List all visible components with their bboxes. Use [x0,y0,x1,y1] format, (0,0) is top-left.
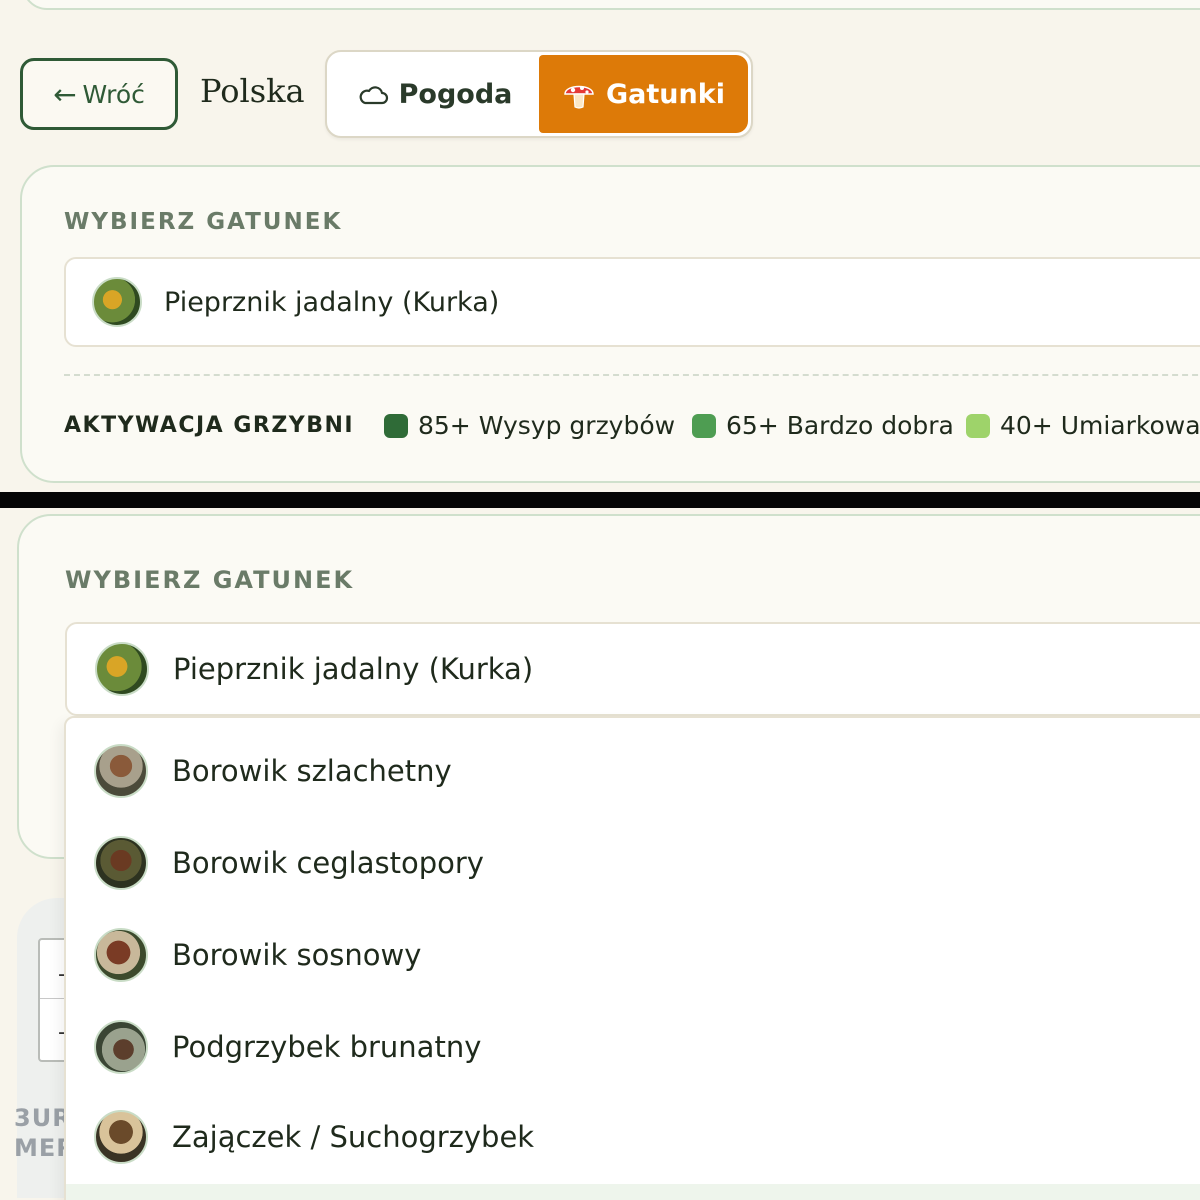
screenshot-divider [0,492,1200,508]
species-select[interactable]: Pieprznik jadalny (Kurka) [64,257,1200,347]
legend-swatch [384,413,408,438]
legend-item: 40+ Umiarkowan [966,411,1200,440]
mushroom-avatar-icon [94,1110,148,1164]
view-toggle: Pogoda Gatunki [325,50,753,138]
top-screenshot: ← Wróć Polska Pogoda Gatunki WYBIERZ GAT… [0,0,1200,492]
species-option-label: Zajączek / Suchogrzybek [172,1120,535,1154]
species-option[interactable]: Borowik szlachetny [66,726,1200,816]
legend-swatch [692,413,716,438]
species-option-label: Borowik szlachetny [172,754,452,788]
legend-label: 40+ Umiarkowan [1000,411,1200,440]
tab-weather[interactable]: Pogoda [330,55,539,133]
legend-title: AKTYWACJA GRZYBNI [64,413,355,438]
legend-item: 85+ Wysyp grzybów [384,411,675,440]
mushroom-avatar-icon [94,928,148,982]
mushroom-icon [564,85,594,109]
mushroom-avatar-icon [94,744,148,798]
tab-species-label: Gatunki [606,78,725,110]
chanterelle-avatar-icon [95,642,149,696]
legend-swatch [966,413,990,438]
selected-species: Pieprznik jadalny (Kurka) [164,286,500,318]
species-option-label: Borowik sosnowy [172,938,422,972]
legend-label: 65+ Bardzo dobra [726,411,954,440]
species-option-label: Borowik ceglastopory [172,846,484,880]
tab-species[interactable]: Gatunki [539,55,748,133]
chanterelle-avatar-icon [92,277,142,327]
section-label: WYBIERZ GATUNEK [64,209,343,235]
legend-item: 65+ Bardzo dobra [692,411,954,440]
tab-weather-label: Pogoda [398,78,513,110]
divider [64,374,1200,376]
species-option[interactable]: Podgrzybek brunatny [66,1002,1200,1092]
cloud-icon [359,86,388,105]
legend-label: 85+ Wysyp grzybów [418,411,676,440]
species-option-label: Podgrzybek brunatny [172,1030,482,1064]
back-button-label: Wróć [82,79,145,109]
selected-species: Pieprznik jadalny (Kurka) [173,652,534,686]
section-label: WYBIERZ GATUNEK [65,566,355,594]
arrow-left-icon: ← [53,77,77,111]
mushroom-avatar-icon [94,836,148,890]
bottom-screenshot: - - 3UR MER WYBIERZ GATUNEK Pieprznik ja… [0,508,1200,1200]
species-select[interactable]: Pieprznik jadalny (Kurka) [65,622,1200,716]
species-option[interactable]: Borowik sosnowy [66,910,1200,1000]
previous-card [22,0,1200,10]
species-option[interactable]: Zajączek / Suchogrzybek [66,1092,1200,1182]
species-option[interactable]: Borowik ceglastopory [66,818,1200,908]
back-button[interactable]: ← Wróć [20,58,178,130]
region-title: Polska [200,72,305,110]
mushroom-avatar-icon [94,1020,148,1074]
species-card: WYBIERZ GATUNEK Pieprznik jadalny (Kurka… [20,165,1200,483]
species-dropdown: Borowik szlachetny Borowik ceglastopory … [64,716,1200,1200]
species-option-highlighted[interactable] [66,1184,1200,1200]
